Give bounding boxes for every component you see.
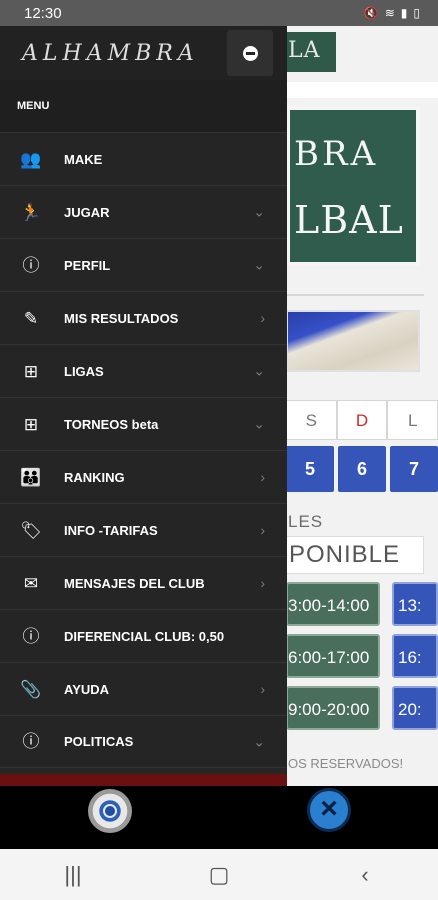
menu-item-mensajes[interactable]: ✉ MENSAJES DEL CLUB › [0,556,287,609]
menu-item-info-tarifas[interactable]: 🏷 INFO -TARIFAS › [0,503,287,556]
status-bar: 12:30 🔇 ≋ ▮ ▯ [0,0,438,26]
chevron-right-icon: › [260,575,265,591]
day-header-mon: L [387,400,438,440]
chevron-down-icon: ⌄ [253,362,265,379]
bracket-icon: ⊞ [23,414,39,434]
menu-item-torneos[interactable]: ⊞ TORNEOS beta ⌄ [0,397,287,450]
time-slot-button[interactable]: 16: [392,634,438,678]
group-icon: 👪 [20,467,42,487]
club-logo: ALHAMBRA [22,40,199,66]
day-header-sun: D [336,400,388,440]
bottom-action-bar: × [0,786,438,849]
side-menu-drawer: ALHAMBRA MENU 👥 MAKE 🏃 JUGAR ⌄ ⓘ PERFIL … [0,26,287,786]
back-button[interactable]: ‹ [345,862,385,888]
users-icon: 👥 [20,149,42,169]
menu-item-label: MIS RESULTADOS [64,310,179,326]
system-nav-bar: ||| ▢ ‹ [0,849,438,900]
menu-item-label: RANKING [64,469,125,485]
chevron-down-icon: ⌄ [253,415,265,432]
menu-item-label: MENSAJES DEL CLUB [64,575,205,591]
battery-icon: ▯ [413,6,420,20]
chevron-right-icon: › [260,469,265,485]
envelope-icon: ✉ [23,573,39,593]
menu-item-mis-resultados[interactable]: ✎ MIS RESULTADOS › [0,291,287,344]
wifi-icon: ≋ [384,6,395,20]
divider [286,294,424,296]
status-icons: 🔇 ≋ ▮ ▯ [364,6,420,20]
date-button[interactable]: 6 [338,446,386,492]
time-slot-button[interactable]: 13: [392,582,438,626]
menu-item-ranking[interactable]: 👪 RANKING › [0,450,287,503]
board-line-2: LBAL [294,198,404,242]
menu-item-politicas[interactable]: ⓘ POLITICAS ⌄ [0,715,287,768]
signal-icon: ▮ [400,6,408,20]
menu-item-label: POLITICAS [64,734,134,749]
banner-photo [286,310,420,372]
drawer-footer-band [0,774,287,786]
bracket-icon: ⊞ [23,361,39,381]
header-logo-fragment: LA [286,32,336,72]
menu-item-perfil[interactable]: ⓘ PERFIL ⌄ [0,238,287,291]
date-button[interactable]: 5 [286,446,334,492]
time-slot-button[interactable]: 20: [392,686,438,730]
menu-item-label: JUGAR [64,204,110,220]
time-slot-button[interactable]: 9:00-20:00 [286,686,380,730]
drawer-header: ALHAMBRA [0,26,287,80]
menu-item-label: LIGAS [64,363,104,379]
menu-item-make[interactable]: 👥 MAKE [0,132,287,185]
menu-item-ayuda[interactable]: 📎 AYUDA › [0,662,287,715]
pencil-icon: ✎ [23,308,39,328]
paperclip-icon: 📎 [20,679,42,699]
info-icon: ⓘ [22,732,40,751]
header-band [286,82,438,98]
time-slot-button[interactable]: 3:00-14:00 [286,582,380,626]
close-menu-button[interactable] [227,30,273,76]
menu-item-ligas[interactable]: ⊞ LIGAS ⌄ [0,344,287,397]
time-slot-button[interactable]: 6:00-17:00 [286,634,380,678]
board-line-1: BRA [294,134,379,174]
info-icon: ⓘ [22,255,40,275]
day-header-row: S D L [286,400,438,440]
footer-text: OS RESERVADOS! [288,756,404,771]
menu-item-jugar[interactable]: 🏃 JUGAR ⌄ [0,185,287,238]
home-button[interactable]: ▢ [199,862,239,888]
gear-hub [103,804,117,818]
screen: 12:30 🔇 ≋ ▮ ▯ LA BRA LBAL S D L 5 6 7 LE… [0,0,438,900]
settings-gear-icon[interactable] [88,789,132,833]
chevron-down-icon: ⌄ [253,733,265,749]
menu-item-label: DIFERENCIAL CLUB: 0,50 [64,628,225,644]
info-icon: ⓘ [22,626,40,646]
chevron-right-icon: › [260,522,265,538]
club-chalkboard-logo: BRA LBAL [286,106,420,266]
mute-icon: 🔇 [363,6,379,20]
chevron-down-icon: ⌄ [253,203,265,220]
menu-item-diferencial[interactable]: ⓘ DIFERENCIAL CLUB: 0,50 [0,609,287,662]
day-header-sat: S [286,400,337,440]
recents-button[interactable]: ||| [53,862,93,888]
menu-item-label: PERFIL [64,257,111,273]
chevron-down-icon: ⌄ [253,256,265,273]
date-button[interactable]: 7 [390,446,438,492]
menu-title: MENU [0,80,287,132]
section-label: LES [288,512,324,531]
menu-item-label: MAKE [64,151,103,167]
menu-item-label: TORNEOS beta [64,416,159,432]
status-time: 12:30 [24,4,62,22]
chevron-right-icon: › [260,681,265,697]
menu-item-label: AYUDA [64,681,110,697]
date-row: 5 6 7 [286,446,438,492]
runner-icon: 🏃 [20,202,42,222]
tag-icon: 🏷 [20,520,42,540]
availability-label: PONIBLE [286,536,424,574]
close-x-icon[interactable]: × [307,788,351,832]
chevron-right-icon: › [260,310,265,326]
menu-item-label: INFO -TARIFAS [64,522,158,538]
minus-circle-icon [242,45,258,61]
